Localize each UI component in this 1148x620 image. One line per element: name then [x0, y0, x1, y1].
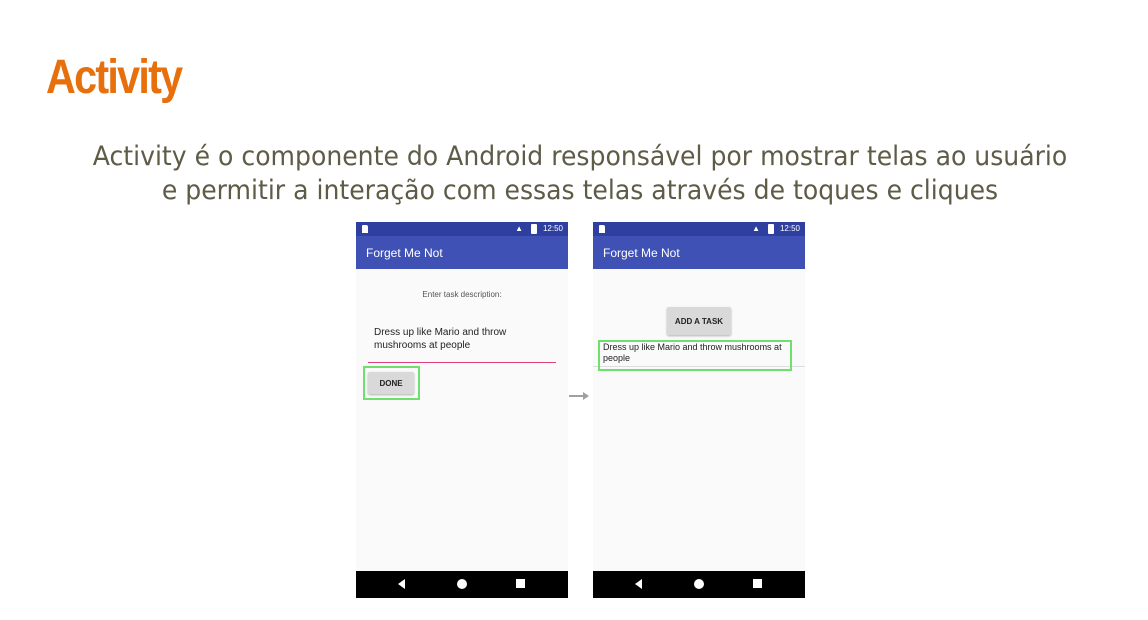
- battery-icon: [531, 224, 537, 234]
- sd-card-icon: [362, 225, 368, 233]
- battery-icon: [768, 224, 774, 234]
- task-description-label: Enter task description:: [422, 290, 502, 299]
- home-icon[interactable]: [694, 579, 704, 589]
- app-bar: Forget Me Not: [593, 236, 805, 269]
- back-icon[interactable]: [635, 579, 642, 589]
- navigation-bar: [593, 571, 805, 598]
- add-task-button[interactable]: ADD A TASK: [667, 307, 731, 335]
- done-button[interactable]: DONE: [368, 372, 414, 394]
- slide-description-line-1: Activity é o componente do Android respo…: [92, 141, 1068, 172]
- status-bar: ▲ 12:50: [593, 222, 805, 236]
- task-list-item[interactable]: Dress up like Mario and throw mushrooms …: [603, 342, 789, 364]
- recents-icon[interactable]: [753, 579, 762, 588]
- navigation-bar: [356, 571, 568, 598]
- slide-description: Activity é o componente do Android respo…: [41, 140, 1120, 208]
- recents-icon[interactable]: [516, 579, 525, 588]
- phone-screen-task-list: ▲ 12:50 Forget Me Not ADD A TASK Dress u…: [593, 222, 805, 598]
- phone-screen-enter-task: ▲ 12:50 Forget Me Not Enter task descrip…: [356, 222, 568, 598]
- task-description-input[interactable]: Dress up like Mario and throw mushrooms …: [368, 322, 556, 363]
- signal-icon: ▲: [515, 224, 523, 233]
- arrow-right-icon: [569, 392, 589, 400]
- status-bar: ▲ 12:50: [356, 222, 568, 236]
- app-bar: Forget Me Not: [356, 236, 568, 269]
- sd-card-icon: [599, 225, 605, 233]
- app-title: Forget Me Not: [366, 246, 443, 260]
- slide-title: Activity: [46, 51, 183, 104]
- signal-icon: ▲: [752, 224, 760, 233]
- app-title: Forget Me Not: [603, 246, 680, 260]
- status-time: 12:50: [542, 224, 563, 233]
- status-time: 12:50: [779, 224, 800, 233]
- back-icon[interactable]: [398, 579, 405, 589]
- slide-description-line-2: e permitir a interação com essas telas a…: [161, 175, 999, 206]
- home-icon[interactable]: [457, 579, 467, 589]
